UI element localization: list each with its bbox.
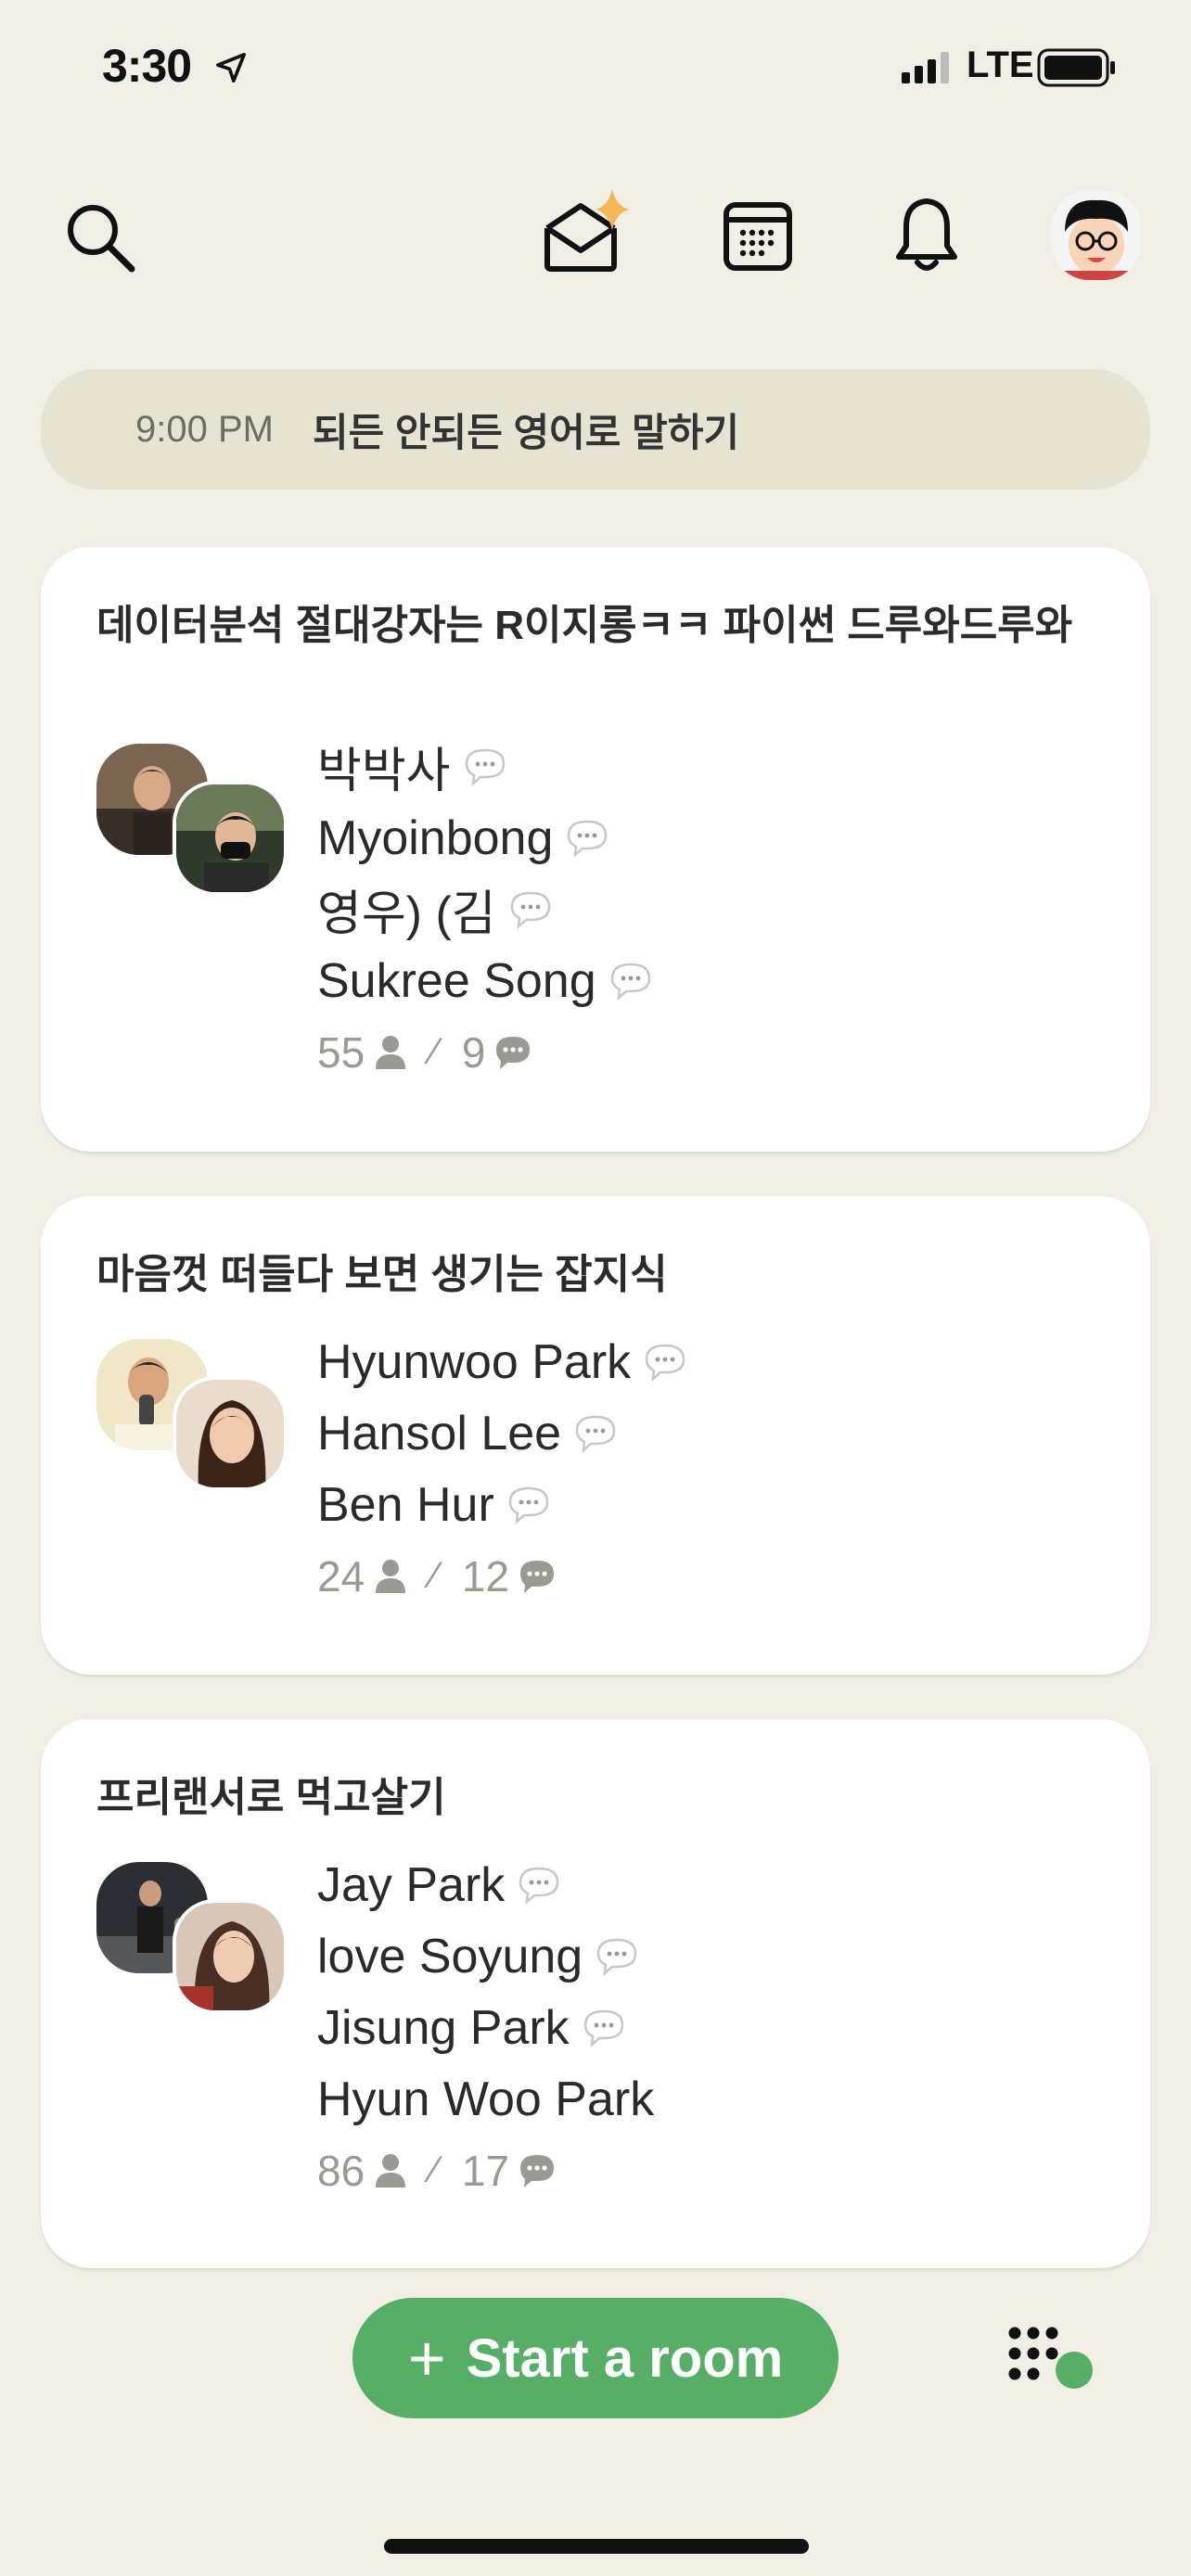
speaker-name: Hansol Lee	[317, 1406, 562, 1460]
speaker-item[interactable]: Ben Hur	[317, 1469, 686, 1540]
chat-icon	[520, 1560, 555, 1593]
speech-bubble-icon	[510, 891, 550, 929]
speech-bubble-icon	[575, 1415, 616, 1453]
speaker-name: Sukree Song	[317, 953, 596, 1008]
calendar-icon[interactable]	[716, 195, 800, 278]
chat-icon	[520, 2154, 555, 2187]
speech-bubble-icon	[519, 1867, 559, 1905]
start-room-label: Start a room	[466, 2327, 784, 2389]
speech-bubble-icon	[596, 1938, 637, 1976]
search-icon[interactable]	[58, 195, 143, 280]
network-type: LTE	[967, 45, 1034, 85]
speaker-name: Jisung Park	[317, 2000, 570, 2055]
start-room-button[interactable]: + Start a room	[352, 2298, 839, 2418]
room-title: 마음껏 떠들다 보면 생기는 잡지식	[96, 1252, 668, 1297]
speaker-name: 박박사	[317, 745, 451, 798]
battery-icon	[1037, 48, 1115, 87]
status-time: 3:30	[102, 40, 192, 92]
room-stats: 24 ⁄ 12	[317, 1540, 686, 1612]
room-card[interactable]: 마음껏 떠들다 보면 생기는 잡지식 Hyunwoo Park Hansol L…	[41, 1196, 1150, 1675]
listener-count: 24	[317, 1551, 365, 1600]
speaker-name: 영우) (김	[317, 887, 496, 941]
dot-grid-icon[interactable]	[1005, 2326, 1098, 2400]
status-bar: 3:30 LTE	[0, 0, 1191, 139]
person-icon	[376, 1035, 406, 1069]
speaker-name: love Soyung	[317, 1929, 583, 1983]
speaker-item[interactable]: Hyun Woo Park	[317, 2063, 654, 2135]
speaker-item[interactable]: Jisung Park	[317, 1992, 654, 2063]
listener-count: 86	[317, 2146, 365, 2195]
speaker-item[interactable]: Myoinbong	[317, 802, 652, 874]
upcoming-event-banner[interactable]: 9:00 PM 되든 안되든 영어로 말하기	[41, 369, 1150, 490]
speech-bubble-icon	[583, 2009, 623, 2047]
person-icon	[376, 1559, 406, 1593]
room-stats: 86 ⁄ 17	[317, 2135, 654, 2206]
speech-bubble-icon	[568, 820, 608, 858]
room-title: 프리랜서로 먹고살기	[96, 1775, 446, 1820]
speaker-avatar	[173, 1376, 288, 1491]
speaker-item[interactable]: Sukree Song	[317, 945, 652, 1016]
speaker-avatar	[173, 1899, 288, 2014]
bell-icon[interactable]	[885, 191, 968, 280]
upcoming-title: 되든 안되든 영어로 말하기	[312, 410, 740, 454]
stats-divider: ⁄	[431, 1555, 438, 1596]
speaker-item[interactable]: Hyunwoo Park	[317, 1326, 686, 1397]
room-avatars	[96, 744, 291, 911]
envelope-sparkle-icon[interactable]	[538, 185, 640, 278]
speaker-item[interactable]: love Soyung	[317, 1920, 654, 1992]
room-card[interactable]: 프리랜서로 먹고살기 Jay Park love Soyung Jisung P…	[41, 1719, 1150, 2268]
speaker-name: Hyun Woo Park	[317, 2072, 655, 2126]
stats-divider: ⁄	[431, 1031, 438, 1072]
speech-bubble-icon	[610, 963, 650, 1001]
speaker-count: 17	[461, 2146, 510, 2195]
upcoming-time: 9:00 PM	[135, 408, 274, 450]
speech-bubble-icon	[645, 1344, 685, 1382]
speaker-count: 9	[461, 1027, 486, 1077]
chat-icon	[496, 1036, 531, 1069]
speech-bubble-icon	[465, 748, 505, 786]
speaker-name: Myoinbong	[317, 810, 554, 865]
speaker-list: Jay Park love Soyung Jisung Park Hyun Wo…	[317, 1849, 654, 2206]
room-avatars	[96, 1339, 291, 1506]
speaker-count: 12	[461, 1551, 510, 1600]
speaker-item[interactable]: 영우) (김	[317, 874, 652, 945]
speaker-item[interactable]: 박박사	[317, 731, 652, 802]
speaker-name: Jay Park	[317, 1857, 506, 1912]
profile-avatar[interactable]	[1052, 191, 1141, 280]
room-title: 데이터분석 절대강자는 R이지롱ㅋㅋ 파이썬 드루와드루와	[96, 603, 1073, 648]
speaker-list: Hyunwoo Park Hansol Lee Ben Hur 24 ⁄ 12	[317, 1326, 686, 1612]
room-card[interactable]: 데이터분석 절대강자는 R이지롱ㅋㅋ 파이썬 드루와드루와 박박사 Myoinb…	[41, 547, 1150, 1152]
speaker-avatar	[173, 781, 288, 896]
speaker-list: 박박사 Myoinbong 영우) (김 Sukree Song 55 ⁄ 9	[317, 731, 652, 1088]
signal-icon	[902, 52, 949, 83]
speaker-name: Hyunwoo Park	[317, 1334, 632, 1389]
person-icon	[376, 2153, 406, 2187]
listener-count: 55	[317, 1027, 365, 1077]
home-indicator[interactable]	[384, 2539, 809, 2554]
speaker-item[interactable]: Hansol Lee	[317, 1397, 686, 1469]
plus-icon: +	[407, 2322, 446, 2394]
stats-divider: ⁄	[431, 2149, 438, 2190]
room-stats: 55 ⁄ 9	[317, 1016, 652, 1088]
speech-bubble-icon	[508, 1486, 549, 1524]
room-avatars	[96, 1862, 291, 2029]
speaker-item[interactable]: Jay Park	[317, 1849, 654, 1920]
speaker-name: Ben Hur	[317, 1477, 494, 1532]
location-arrow-icon	[215, 52, 247, 83]
